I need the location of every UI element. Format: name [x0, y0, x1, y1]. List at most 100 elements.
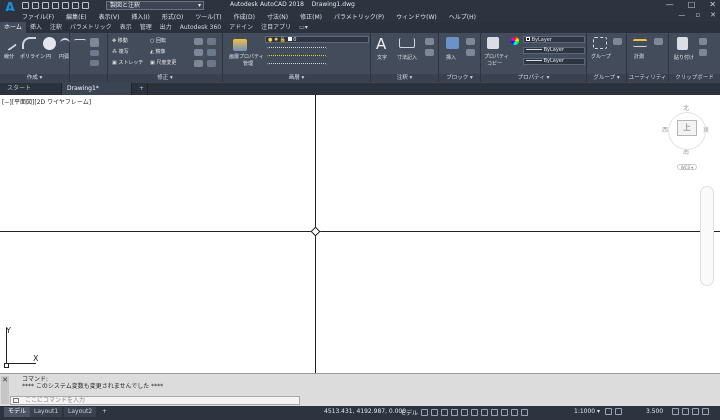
circle-icon[interactable] [43, 37, 56, 50]
tab-drawing1[interactable]: Drawing1* [62, 83, 132, 95]
layer-tools-row2[interactable] [267, 55, 327, 59]
menu-item[interactable]: 作成(D) [234, 12, 255, 21]
workspace-dropdown[interactable]: 製図と注釈 [106, 1, 204, 10]
linetype-dropdown[interactable]: ByLayer [523, 47, 585, 54]
doc-minimize-button[interactable]: — [678, 11, 685, 19]
wcs-menu[interactable]: WCS ▾ [677, 164, 697, 170]
layers-panel-title[interactable]: 画層 ▾ [223, 74, 370, 82]
object-snap-icon[interactable] [471, 409, 479, 416]
rotate-button[interactable]: ○ 回転 [150, 37, 166, 44]
minimize-button[interactable]: — [666, 0, 674, 9]
color-dropdown[interactable]: ByLayer [523, 36, 585, 43]
match-properties-icon[interactable] [487, 37, 499, 49]
fillet-icon[interactable] [194, 49, 203, 56]
copy-clip-icon[interactable] [699, 49, 707, 56]
open-file-icon[interactable] [32, 2, 39, 9]
menu-item[interactable]: 修正(M) [300, 12, 322, 21]
cut-icon[interactable] [699, 38, 707, 45]
arc-icon[interactable] [60, 38, 70, 48]
selection-cycling-icon[interactable] [501, 409, 509, 416]
trim-icon[interactable] [194, 38, 203, 45]
grid-icon[interactable] [421, 409, 429, 416]
measure-icon[interactable] [633, 39, 647, 47]
group-icon[interactable] [593, 37, 607, 49]
drawing-canvas[interactable] [0, 95, 720, 373]
auto-scale-icon[interactable] [521, 409, 529, 416]
array-icon[interactable] [194, 60, 203, 67]
rectangle-icon[interactable] [90, 38, 99, 47]
ribbon-tab[interactable]: ▭▾ [295, 22, 312, 33]
stretch-button[interactable]: ▣ ストレッチ [112, 59, 143, 66]
text-icon[interactable]: A [376, 35, 386, 53]
draw-panel-title[interactable]: 作成 ▾ [0, 74, 69, 82]
layer-properties-icon[interactable] [233, 39, 247, 51]
edit-block-icon[interactable] [466, 49, 475, 56]
annotation-scale-dropdown[interactable]: 1:1000 ▾ [574, 407, 600, 417]
scale-button[interactable]: ▣ 尺度変更 [150, 59, 176, 66]
ribbon-tab[interactable]: アドイン [225, 22, 257, 33]
polyline-icon[interactable] [22, 37, 36, 49]
model-space-toggle[interactable]: モデル [400, 408, 418, 417]
annotation-panel-title[interactable]: 注釈 ▾ [371, 74, 438, 82]
annotation-visibility-icon[interactable] [511, 409, 519, 416]
modify-panel-title[interactable]: 修正 ▾ [108, 74, 222, 82]
lineweight-icon[interactable] [481, 409, 489, 416]
calculator-icon[interactable] [654, 38, 663, 45]
erase-icon[interactable] [207, 38, 216, 45]
viewcube-top-face[interactable]: 上 [677, 120, 697, 136]
menu-item[interactable]: 寸法(N) [267, 12, 288, 21]
annotation-monitor-icon[interactable] [615, 408, 622, 415]
undo-icon[interactable] [72, 2, 79, 9]
hatch-icon[interactable] [90, 50, 99, 56]
ribbon-tab[interactable]: ホーム [0, 22, 26, 33]
ribbon-tab[interactable]: 挿入 [26, 22, 46, 33]
tab-model[interactable]: モデル [4, 407, 31, 417]
offset-icon[interactable] [207, 60, 216, 67]
menu-item[interactable]: 表示(V) [99, 12, 120, 21]
doc-restore-button[interactable]: ▫ [695, 11, 700, 19]
create-block-icon[interactable] [466, 38, 475, 45]
coordinate-readout[interactable]: 4513.431, 4192.987, 0.000 [324, 407, 406, 417]
menu-item[interactable]: ヘルプ(H) [449, 12, 476, 21]
tab-layout1[interactable]: Layout1 [30, 407, 63, 417]
ribbon-tab[interactable]: 管理 [136, 22, 156, 33]
navigation-bar[interactable] [700, 186, 714, 286]
transparency-icon[interactable] [491, 409, 499, 416]
isolate-objects-icon[interactable] [682, 408, 689, 415]
leader-icon[interactable] [425, 38, 434, 45]
clean-screen-icon[interactable] [672, 408, 679, 415]
maximize-button[interactable]: □ [688, 0, 696, 9]
polar-icon[interactable] [451, 409, 459, 416]
ortho-icon[interactable] [441, 409, 449, 416]
ribbon-tab[interactable]: 出力 [156, 22, 176, 33]
layer-tools-row1[interactable] [267, 47, 327, 51]
explode-icon[interactable] [207, 49, 216, 56]
layer-dropdown[interactable]: ● ✹ 🔓 0 [265, 36, 369, 43]
mirror-button[interactable]: ◭ 鏡像 [150, 48, 165, 55]
command-close-button[interactable]: ✕ [1, 376, 9, 404]
paste-icon[interactable] [677, 37, 688, 50]
doc-close-button[interactable]: ✕ [710, 11, 716, 19]
menu-item[interactable]: 編集(E) [66, 12, 86, 21]
ribbon-tab[interactable]: 注釈 [46, 22, 66, 33]
move-button[interactable]: ✥ 移動 [112, 37, 128, 44]
menu-item[interactable]: ウィンドウ(W) [396, 12, 437, 21]
lineweight-dropdown[interactable]: ByLayer [523, 58, 585, 65]
layer-tools-row3[interactable] [267, 63, 327, 67]
color-wheel-icon[interactable] [511, 37, 519, 45]
ellipse-icon[interactable] [90, 60, 99, 66]
workspace-switch-icon[interactable] [605, 408, 612, 415]
hardware-acceleration-icon[interactable] [692, 408, 699, 415]
menu-item[interactable]: 挿入(I) [131, 12, 149, 21]
table-icon[interactable] [425, 49, 434, 56]
save-as-icon[interactable] [52, 2, 59, 9]
block-panel-title[interactable]: ブロック ▾ [439, 74, 480, 82]
ribbon-tab[interactable]: Autodesk 360 [176, 22, 225, 33]
annotation-value[interactable]: 3.500 [646, 407, 663, 417]
insert-block-icon[interactable] [446, 37, 459, 49]
redo-icon[interactable] [82, 2, 89, 9]
line-icon[interactable] [3, 37, 17, 51]
new-file-icon[interactable] [22, 2, 29, 9]
new-tab-button[interactable]: + [134, 83, 148, 95]
isodraft-icon[interactable] [461, 409, 469, 416]
